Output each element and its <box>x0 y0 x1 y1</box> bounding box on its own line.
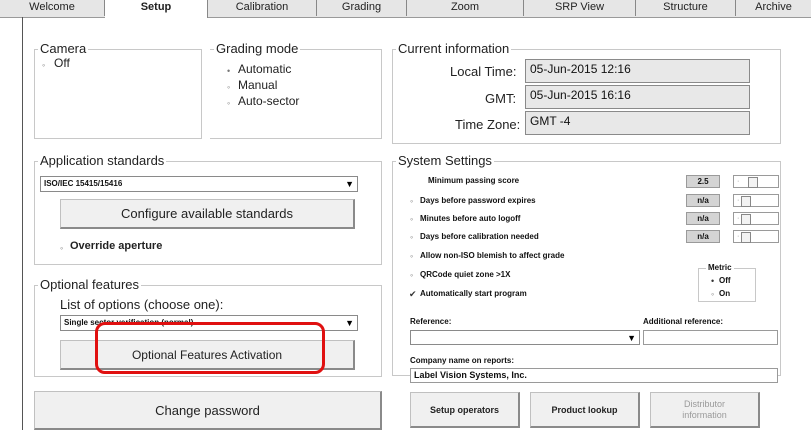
qrcode-quiet-checkbox[interactable]: ◦ <box>410 270 413 280</box>
tab-archive[interactable]: Archive <box>736 0 811 16</box>
standards-selected: ISO/IEC 15415/15416 <box>44 179 123 188</box>
camera-off-radio[interactable]: ◦ <box>42 60 45 70</box>
tab-srp-view[interactable]: SRP View <box>524 0 636 16</box>
allow-blemish-label: Allow non-ISO blemish to affect grade <box>420 251 565 260</box>
current-info-title: Current information <box>396 41 512 56</box>
tab-grading[interactable]: Grading <box>317 0 407 16</box>
auto-logoff-value: n/a <box>686 212 720 225</box>
camera-off-label: Off <box>54 56 70 70</box>
time-zone-value: GMT -4 <box>525 111 750 135</box>
options-list-label: List of options (choose one): <box>60 297 224 312</box>
min-score-value: 2.5 <box>686 175 720 188</box>
system-settings-title: System Settings <box>396 153 494 168</box>
override-aperture-label: Override aperture <box>70 240 163 252</box>
gmt-value: 05-Jun-2015 16:16 <box>525 85 750 109</box>
distributor-information-button[interactable]: Distributor information <box>650 392 760 428</box>
time-zone-label: Time Zone: <box>455 117 521 132</box>
qrcode-quiet-label: QRCode quiet zone >1X <box>420 270 511 279</box>
chevron-down-icon: ▼ <box>345 318 354 328</box>
tab-zoom[interactable]: Zoom <box>407 0 524 16</box>
company-name-input[interactable]: Label Vision Systems, Inc. <box>410 368 778 383</box>
metric-on-label: On <box>719 289 731 298</box>
calibration-needed-checkbox[interactable]: ◦ <box>410 232 413 242</box>
min-score-slider[interactable]: · <box>733 175 779 188</box>
auto-logoff-checkbox[interactable]: ◦ <box>410 214 413 224</box>
gmt-label: GMT: <box>485 91 517 106</box>
company-name-label: Company name on reports: <box>410 356 515 365</box>
password-expires-slider[interactable]: · <box>733 194 779 207</box>
tab-welcome[interactable]: Welcome <box>0 0 105 16</box>
calibration-needed-value: n/a <box>686 230 720 243</box>
password-expires-checkbox[interactable]: ◦ <box>410 196 413 206</box>
manual-radio[interactable]: ◦ <box>227 82 230 92</box>
automatic-label: Automatic <box>238 62 292 76</box>
tab-bar: Welcome Setup Calibration Grading Zoom S… <box>0 0 811 18</box>
auto-start-checkbox[interactable]: ✔ <box>409 289 417 300</box>
calibration-needed-slider[interactable]: · <box>733 230 779 243</box>
product-lookup-button[interactable]: Product lookup <box>530 392 640 428</box>
reference-select[interactable]: ▼ <box>410 330 640 345</box>
auto-start-label: Automatically start program <box>420 289 527 298</box>
password-expires-value: n/a <box>686 194 720 207</box>
configure-standards-button[interactable]: Configure available standards <box>60 199 355 229</box>
override-aperture-checkbox[interactable]: ◦ <box>60 243 63 253</box>
auto-sector-radio[interactable]: ◦ <box>227 98 230 108</box>
additional-reference-label: Additional reference: <box>643 317 724 326</box>
grading-mode-title: Grading mode <box>214 41 301 56</box>
auto-logoff-slider[interactable]: · <box>733 212 779 225</box>
standards-select[interactable]: ISO/IEC 15415/15416 ▼ <box>40 176 358 192</box>
allow-blemish-checkbox[interactable]: ◦ <box>410 251 413 261</box>
metric-title: Metric <box>706 263 734 272</box>
tab-structure[interactable]: Structure <box>636 0 736 16</box>
auto-sector-label: Auto-sector <box>238 94 300 108</box>
local-time-value: 05-Jun-2015 12:16 <box>525 59 750 83</box>
optional-features-title: Optional features <box>38 277 142 292</box>
reference-label: Reference: <box>410 317 452 326</box>
app-standards-title: Application standards <box>38 153 167 168</box>
password-expires-label: Days before password expires <box>420 196 536 205</box>
min-score-label: Minimum passing score <box>428 176 520 185</box>
manual-label: Manual <box>238 78 278 92</box>
auto-logoff-label: Minutes before auto logoff <box>420 214 521 223</box>
metric-on-radio[interactable]: ◦ <box>711 289 714 299</box>
setup-operators-button[interactable]: Setup operators <box>410 392 520 428</box>
chevron-down-icon: ▼ <box>627 333 636 343</box>
calibration-needed-label: Days before calibration needed <box>420 232 539 241</box>
local-time-label: Local Time: <box>450 64 517 79</box>
camera-title: Camera <box>38 41 89 56</box>
additional-reference-input[interactable] <box>643 330 778 345</box>
metric-off-radio[interactable]: • <box>711 276 714 286</box>
highlight-annotation <box>95 322 325 374</box>
automatic-radio[interactable]: • <box>227 66 230 76</box>
tab-setup[interactable]: Setup <box>105 0 208 18</box>
chevron-down-icon: ▼ <box>345 179 354 189</box>
metric-off-label: Off <box>719 276 731 285</box>
change-password-button[interactable]: Change password <box>34 391 382 430</box>
tab-calibration[interactable]: Calibration <box>208 0 317 16</box>
